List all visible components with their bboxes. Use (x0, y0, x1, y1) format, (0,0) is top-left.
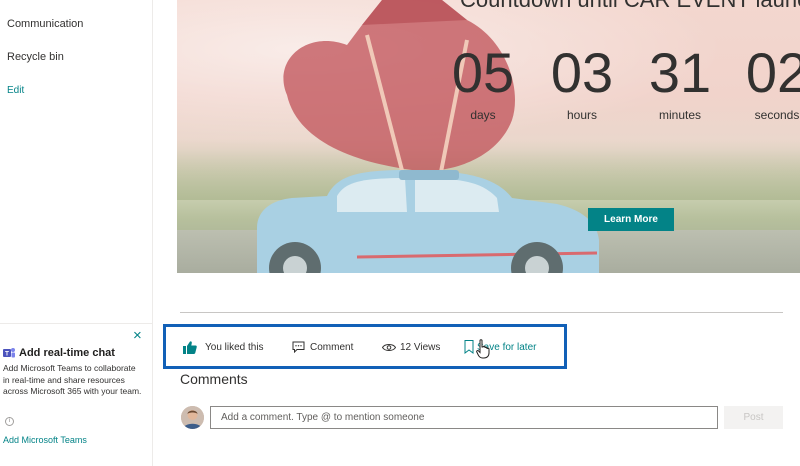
avatar (181, 406, 204, 429)
add-teams-link[interactable]: Add Microsoft Teams (3, 435, 87, 445)
countdown-seconds-value: 02 (745, 41, 800, 104)
teams-promo-card: × T Add real-time chat Add Microsoft Tea… (0, 323, 152, 466)
eye-icon (382, 344, 396, 351)
learn-more-button[interactable]: Learn More (588, 208, 674, 231)
countdown-days-value: 05 (451, 41, 515, 104)
countdown-hours-value: 03 (550, 41, 614, 104)
teams-card-title: Add real-time chat (19, 347, 115, 359)
social-bar: You liked this Comment 12 Views Save for… (163, 324, 567, 369)
content-divider (180, 312, 783, 313)
views-count: 12 Views (400, 342, 441, 353)
info-icon[interactable]: i (5, 417, 14, 426)
close-icon[interactable]: × (133, 328, 142, 343)
teams-card-description: Add Microsoft Teams to collaborate in re… (3, 363, 142, 396)
countdown-hours: 03 hours (542, 41, 622, 123)
hero-banner: Countdown until CAR EVENT launches 05 da… (177, 0, 800, 273)
svg-text:T: T (5, 350, 9, 357)
countdown-days: 05 days (443, 41, 523, 123)
nav-item-communication[interactable]: Communication (7, 18, 83, 30)
hand-cursor-icon (476, 339, 490, 359)
teams-logo-icon: T (3, 348, 15, 358)
countdown-seconds-label: seconds (754, 108, 800, 122)
comment-icon[interactable] (292, 341, 305, 353)
nav-item-recycle-bin[interactable]: Recycle bin (7, 51, 64, 63)
countdown-minutes-value: 31 (648, 41, 712, 104)
countdown-seconds: 02 seconds (737, 41, 800, 123)
comment-button[interactable]: Comment (310, 342, 353, 353)
bookmark-icon[interactable] (464, 340, 474, 354)
countdown-minutes-label: minutes (658, 108, 702, 122)
comments-heading: Comments (180, 371, 248, 387)
countdown-days-label: days (470, 108, 496, 122)
countdown-minutes: 31 minutes (640, 41, 720, 123)
countdown-title: Countdown until CAR EVENT launches (460, 0, 800, 13)
comment-input[interactable] (210, 406, 718, 429)
nav-edit-link[interactable]: Edit (7, 85, 24, 96)
like-label[interactable]: You liked this (205, 342, 264, 353)
countdown-hours-label: hours (566, 108, 598, 122)
left-navigation: Communication Recycle bin Edit × T Add r… (0, 0, 153, 466)
like-icon[interactable] (183, 341, 197, 354)
post-button[interactable]: Post (724, 406, 783, 429)
